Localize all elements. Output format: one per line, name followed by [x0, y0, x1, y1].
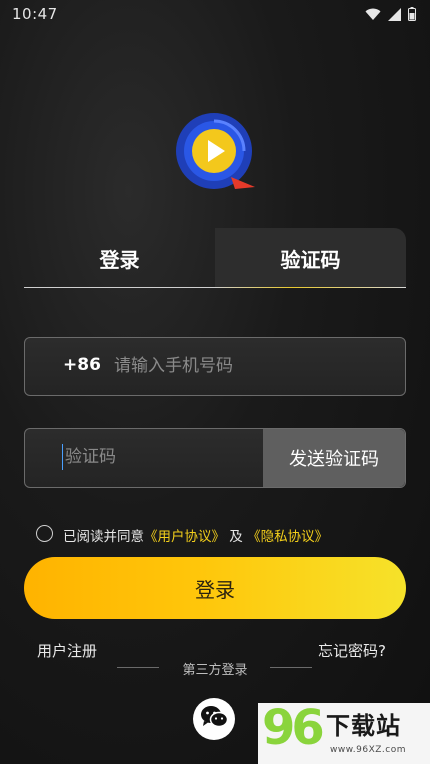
divider-left — [117, 667, 159, 668]
agreement-checkbox[interactable] — [36, 525, 53, 542]
third-party-label: 第三方登录 — [182, 663, 248, 678]
tab-verification-code[interactable]: 验证码 — [215, 228, 406, 288]
register-link[interactable]: 用户注册 — [37, 640, 97, 661]
watermark-url: www.96XZ.com — [330, 745, 406, 755]
verification-code-input[interactable] — [62, 444, 255, 470]
app-logo-icon — [175, 113, 255, 193]
agreement-prefix: 已阅读并同意 — [63, 529, 144, 545]
watermark-title: 下载站 — [326, 712, 401, 740]
watermark-logo: 96 — [262, 698, 325, 758]
signal-icon — [388, 6, 401, 25]
tab-login[interactable]: 登录 — [24, 228, 215, 288]
wechat-icon — [200, 705, 229, 733]
watermark-logo-text: 96 — [262, 700, 325, 756]
forgot-password-link[interactable]: 忘记密码? — [318, 640, 386, 661]
battery-icon — [408, 6, 416, 25]
user-agreement-link[interactable]: 《用户协议》 — [144, 529, 225, 545]
agreement-and: 及 — [229, 529, 243, 545]
login-button[interactable]: 登录 — [24, 557, 406, 619]
divider-right — [270, 667, 312, 668]
privacy-agreement-link[interactable]: 《隐私协议》 — [247, 529, 328, 545]
tab-underline — [24, 287, 406, 288]
wechat-login-button[interactable] — [193, 698, 235, 740]
status-icons — [365, 6, 416, 25]
agreement-text: 已阅读并同意《用户协议》 及 《隐私协议》 — [63, 525, 328, 545]
phone-input[interactable] — [114, 353, 374, 379]
send-code-button[interactable]: 发送验证码 — [263, 429, 405, 487]
country-code[interactable]: +86 — [63, 355, 101, 375]
status-time: 10:47 — [12, 5, 58, 23]
wifi-icon — [365, 6, 381, 25]
